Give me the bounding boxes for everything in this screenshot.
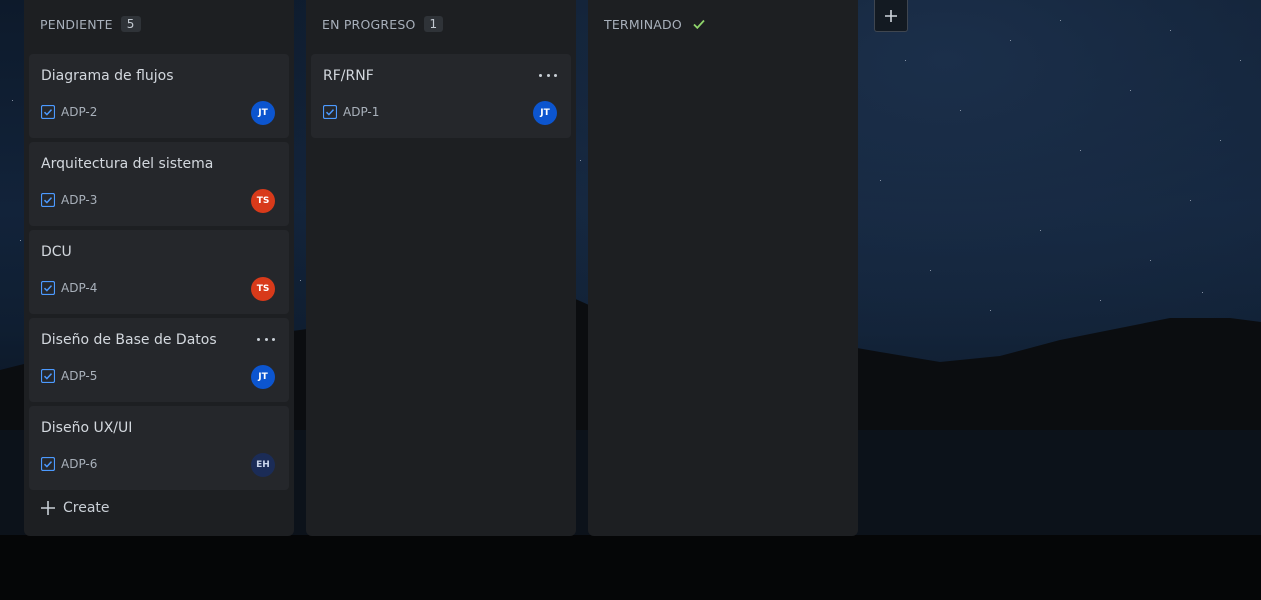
- issue-meta: ADP-5: [41, 369, 97, 383]
- issue-key: ADP-6: [61, 457, 98, 471]
- column-header: TERMINADO: [588, 0, 858, 48]
- column-pendiente: PENDIENTE 5 Diagrama de flujos ADP-2 JT …: [24, 0, 294, 536]
- column-terminado: TERMINADO: [588, 0, 858, 536]
- plus-icon: [885, 9, 897, 22]
- issue-key: ADP-1: [343, 105, 380, 119]
- plus-icon: [41, 501, 55, 515]
- issue-meta: ADP-1: [323, 105, 379, 119]
- issue-title: Diseño de Base de Datos: [41, 332, 217, 348]
- issue-title: Diagrama de flujos: [41, 68, 174, 84]
- add-column-button[interactable]: [874, 0, 908, 32]
- assignee-avatar[interactable]: TS: [251, 189, 275, 213]
- issue-count-badge: 5: [120, 16, 141, 32]
- checkbox-icon: [41, 193, 55, 207]
- issue-card-adp-4[interactable]: DCU ADP-4 TS: [29, 230, 289, 314]
- column-title: TERMINADO: [604, 16, 682, 32]
- issue-key: ADP-4: [61, 281, 98, 295]
- checkbox-icon: [41, 457, 55, 471]
- issue-meta: ADP-3: [41, 193, 97, 207]
- issue-title: DCU: [41, 244, 72, 260]
- checkbox-icon: [41, 105, 55, 119]
- checkmark-icon: [693, 19, 705, 30]
- assignee-avatar[interactable]: JT: [251, 365, 275, 389]
- column-title: PENDIENTE: [40, 16, 113, 32]
- checkbox-icon: [41, 369, 55, 383]
- issue-key: ADP-5: [61, 369, 98, 383]
- issue-title: Diseño UX/UI: [41, 420, 133, 436]
- issue-count-badge: 1: [423, 16, 444, 32]
- create-issue-button[interactable]: Create: [40, 500, 110, 516]
- issue-meta: ADP-4: [41, 281, 97, 295]
- issue-card-adp-6[interactable]: Diseño UX/UI ADP-6 EH: [29, 406, 289, 490]
- create-label: Create: [63, 500, 110, 516]
- column-header: EN PROGRESO 1: [306, 0, 576, 48]
- ellipsis-icon[interactable]: [257, 334, 275, 344]
- issue-meta: ADP-2: [41, 105, 97, 119]
- checkbox-icon: [323, 105, 337, 119]
- issue-key: ADP-3: [61, 193, 98, 207]
- issue-card-adp-3[interactable]: Arquitectura del sistema ADP-3 TS: [29, 142, 289, 226]
- assignee-avatar[interactable]: EH: [251, 453, 275, 477]
- assignee-avatar[interactable]: TS: [251, 277, 275, 301]
- assignee-avatar[interactable]: JT: [533, 101, 557, 125]
- issue-card-adp-2[interactable]: Diagrama de flujos ADP-2 JT: [29, 54, 289, 138]
- column-header: PENDIENTE 5: [24, 0, 294, 48]
- issue-card-adp-5[interactable]: Diseño de Base de Datos ADP-5 JT: [29, 318, 289, 402]
- issue-card-adp-1[interactable]: RF/RNF ADP-1 JT: [311, 54, 571, 138]
- column-title: EN PROGRESO: [322, 16, 416, 32]
- issue-meta: ADP-6: [41, 457, 97, 471]
- issue-key: ADP-2: [61, 105, 98, 119]
- assignee-avatar[interactable]: JT: [251, 101, 275, 125]
- ellipsis-icon[interactable]: [539, 70, 557, 80]
- checkbox-icon: [41, 281, 55, 295]
- issue-title: RF/RNF: [323, 68, 374, 84]
- column-en-progreso: EN PROGRESO 1 RF/RNF ADP-1 JT: [306, 0, 576, 536]
- issue-title: Arquitectura del sistema: [41, 156, 214, 172]
